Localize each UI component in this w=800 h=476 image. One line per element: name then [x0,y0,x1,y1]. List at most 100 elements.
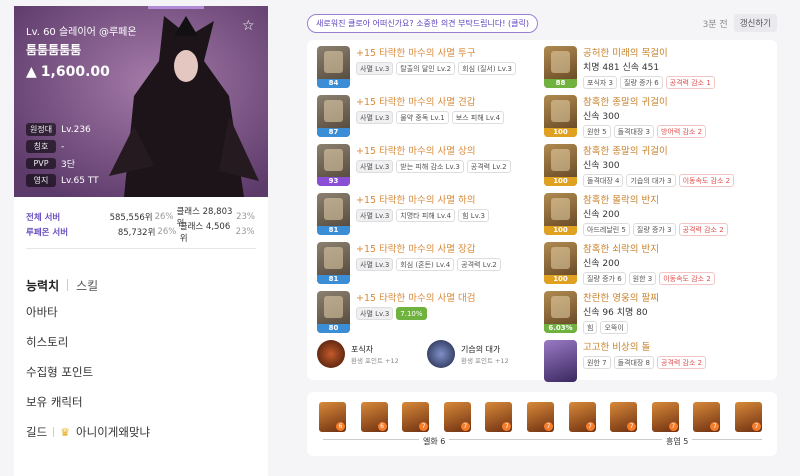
accessory-item[interactable]: 6.03% 찬란한 영웅의 팔찌 신속 96 치명 80 힘 오뚝이 [544,291,734,340]
item-tags: 사멸 Lv.3 받는 피해 감소 Lv.3 공격력 Lv.2 [356,160,511,173]
item-tag: 보스 피해 Lv.4 [451,111,505,124]
item-details: +15 타락한 마수의 사멸 상의 사멸 Lv.3 받는 피해 감소 Lv.3 공격력… [356,144,511,193]
stat-row: PVP 3단 [26,157,75,170]
ability-stone[interactable]: 고고한 비상의 돌 원한 7 돌격대장 8 공격력 감소 2 [544,340,734,389]
tab-divider [67,279,69,291]
feedback-notice[interactable]: 새로워진 클로아 어떠신가요? 소중한 의견 부탁드립니다! (클릭) [307,13,538,33]
side-menu: 능력치 스킬 아바타 히스토리 수집형 포인트 보유 캐릭터 길드 ♛ 아니이게… [14,249,268,461]
item-tag: 이동속도 감소 2 [659,272,715,285]
item-tags: 아드레날린 5 질량 증가 3 공격력 감소 2 [583,223,728,236]
card-item[interactable]: 7 [485,402,513,432]
item-icon: 81 [317,242,350,284]
item-name: 참혹한 쇠락의 반지 [583,244,659,255]
equipment-item[interactable]: 93 +15 타락한 마수의 사멸 상의 사멸 Lv.3 받는 피해 감소 Lv.3 공… [317,144,516,193]
card-item[interactable]: 6 [319,402,346,432]
card-panel: 6 6 7 7 7 7 7 7 7 7 7 엘화 6 흥염 5 [307,392,777,456]
item-tag: 사멸 Lv.3 [356,62,394,75]
equipment-item[interactable]: 80 +15 타락한 마수의 사멸 대검 사멸 Lv.3 7.10% [317,291,516,340]
stat-value: Lv.236 [61,124,91,135]
item-quality: 100 [544,226,577,235]
card-item[interactable]: 7 [527,402,554,432]
engraving-icon [317,340,345,368]
menu-item-avatar[interactable]: 아바타 [26,297,256,327]
menu-item-guild[interactable]: 길드 ♛ 아니이게왜맞냐 [26,417,256,447]
card-item[interactable]: 6 [360,402,388,432]
class-rank: 클래스 4,506위 [179,221,231,244]
item-tags: 사멸 Lv.3 7.10% [356,307,476,320]
item-details: +15 타락한 마수의 사멸 하의 사멸 Lv.3 치명타 피해 Lv.4 힘 Lv.… [356,193,489,242]
item-tag: 오뚝이 [600,321,628,334]
item-tags: 힘 오뚝이 [583,321,659,334]
item-tags: 사멸 Lv.3 탈출의 달인 Lv.2 회심 (질서) Lv.3 [356,62,516,75]
equipment-item[interactable]: 84 +15 타락한 마수의 사멸 투구 사멸 Lv.3 탈출의 달인 Lv.2 회심 … [317,46,516,95]
rank-value: 585,556위 [109,212,153,223]
guild-divider [53,427,55,437]
accessory-item[interactable]: 100 참혹한 쇠락의 반지신속 200 질량 증가 6 원한 3 이동속도 감소 2 [544,242,734,291]
menu-item-history[interactable]: 히스토리 [26,327,256,357]
stat-label: 원정대 [26,123,57,136]
favorite-star-icon[interactable]: ☆ [242,18,255,34]
card-set-label: 엘화 6 [419,436,450,447]
item-stat: 신속 200 [583,259,620,269]
card-awake-count: 7 [710,422,720,431]
item-glyph [324,149,343,171]
equipment-item[interactable]: 87 +15 타락한 마수의 사멸 견갑 사멸 Lv.3 물약 중독 Lv.1 보스 피… [317,95,516,144]
item-tag: 포식자 3 [583,76,617,89]
item-glyph [551,247,570,269]
stone-tag: 공격력 감소 2 [657,356,707,369]
card-item[interactable]: 7 [568,402,596,432]
card-item[interactable]: 7 [610,402,638,432]
updated-time: 3분 전 [702,19,728,30]
item-icon: 100 [544,95,577,137]
item-stat: 신속 96 치명 80 [583,308,648,318]
card-item[interactable]: 7 [443,402,471,432]
card-item[interactable]: 7 [735,402,762,432]
accessory-item[interactable]: 88 공허한 미래의 목걸이 치명 481 신속 451 포식자 3 질량 증가 6 공격… [544,46,734,95]
engraving-item[interactable]: 포식자 환생 포인트 +12 [317,340,399,368]
item-glyph [324,296,343,318]
active-tab-indicator [148,6,204,9]
item-tag: 기습의 대가 3 [626,174,676,187]
equipment-item[interactable]: 81 +15 타락한 마수의 사멸 장갑 사멸 Lv.3 회심 (혼돈) Lv.4 공격… [317,242,516,291]
rank-percent: 26% [154,211,174,222]
tab-stats[interactable]: 능력치 [26,277,59,294]
item-icon: 88 [544,46,577,88]
accessory-item[interactable]: 100 참혹한 종말의 귀걸이 신속 300 돌격대장 4 기습의 대가 3 이동속도 감… [544,144,735,193]
item-quality: 81 [317,275,350,284]
top-bar: 새로워진 클로아 어떠신가요? 소중한 의견 부탁드립니다! (클릭) 3분 전… [307,12,777,34]
engraving-item[interactable]: 기습의 대가 환생 포인트 +12 [427,340,509,368]
item-quality: 100 [544,275,577,284]
item-tag: 방어력 감소 2 [657,125,707,138]
stat-row: 영지 Lv.65 TT [26,174,99,187]
item-stat: 신속 300 [583,112,620,122]
item-glyph [324,51,343,73]
stone-tag: 돌격대장 8 [613,356,655,369]
item-tag: 회심 (질서) Lv.3 [458,62,516,75]
guild-label: 길드 [26,425,48,439]
stat-label: 영지 [26,174,56,187]
tab-skills[interactable]: 스킬 [76,277,98,294]
accessory-item[interactable]: 100 참혹한 종말의 귀걸이 신속 300 원한 5 돌격대장 3 방어력 감소 2 [544,95,734,144]
accessory-item[interactable]: 100 참혹한 몰락의 반지 신속 200 아드레날린 5 질량 증가 3 공격력 감소 … [544,193,734,242]
item-tag: 질량 증가 6 [620,76,663,89]
item-tag: 원한 5 [583,125,611,138]
item-details: +15 타락한 마수의 사멸 견갑 사멸 Lv.3 물약 중독 Lv.1 보스 피해 … [356,95,505,144]
equipment-item[interactable]: 81 +15 타락한 마수의 사멸 하의 사멸 Lv.3 치명타 피해 Lv.4 힘 L… [317,193,516,242]
menu-item-characters[interactable]: 보유 캐릭터 [26,387,256,417]
guild-name: 아니이게왜맞냐 [76,425,151,439]
item-glyph [324,198,343,220]
item-details: 공허한 미래의 목걸이 치명 481 신속 451 포식자 3 질량 증가 6 공격력 … [583,46,715,95]
character-name: 툼툼툼툼툼 [26,43,82,57]
item-tags: 질량 증가 6 원한 3 이동속도 감소 2 [583,272,715,285]
card-item[interactable]: 7 [651,402,679,432]
stone-tag: 원한 7 [583,356,611,369]
rank-percent: 26% [157,226,177,237]
rank-label: 전체 서버 [26,212,61,223]
stat-row: 칭호 - [26,140,64,153]
item-glyph [551,296,570,318]
item-tag: 사멸 Lv.3 [356,160,394,173]
card-item[interactable]: 7 [402,402,430,432]
refresh-button[interactable]: 갱신하기 [733,14,777,32]
menu-item-collectibles[interactable]: 수집형 포인트 [26,357,256,387]
card-item[interactable]: 7 [693,402,721,432]
